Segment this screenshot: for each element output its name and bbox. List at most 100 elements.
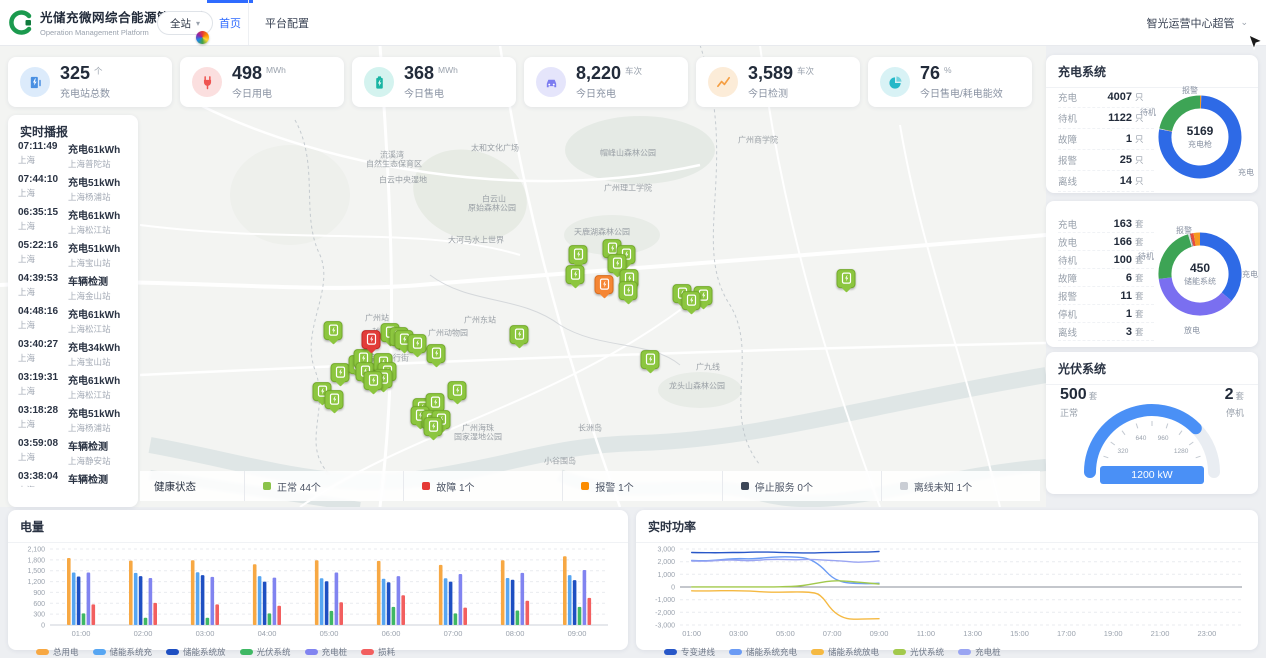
svg-text:1,200: 1,200 xyxy=(27,579,45,586)
stat-unit: 套 xyxy=(1135,236,1144,248)
svg-text:-3,000: -3,000 xyxy=(655,623,675,630)
storage-donut-chart: 450储能系统 xyxy=(1148,222,1252,326)
legend-item[interactable]: 损耗 xyxy=(361,646,395,658)
map-place-label: 长洲岛 xyxy=(578,423,602,434)
stat-label: 故障 xyxy=(1058,271,1092,285)
map-marker-normal[interactable] xyxy=(619,281,638,300)
map-marker-normal[interactable] xyxy=(510,325,529,344)
legend-item[interactable]: 储能系统充电 xyxy=(729,646,797,658)
legend-item[interactable]: 充电桩 xyxy=(305,646,348,658)
stat-unit: 套 xyxy=(1135,308,1144,320)
legend-label: 储能系统充电 xyxy=(746,646,797,658)
map-marker-normal[interactable] xyxy=(427,344,446,363)
map-marker-normal[interactable] xyxy=(424,417,443,436)
map-marker-normal[interactable] xyxy=(682,291,701,310)
broadcast-item: 04:48:16上海充电61kWh上海松江站 xyxy=(8,300,138,333)
map-place-label: 原始森林公园 xyxy=(468,203,516,214)
donut-callout-label: 充电 xyxy=(1238,167,1254,178)
legend-item[interactable]: 储能系统充 xyxy=(93,646,153,658)
dashboard-root: { "header": { "title": "光储充微网综合能源管理平台", … xyxy=(0,0,1266,656)
broadcast-station: 上海宝山站 xyxy=(68,257,128,269)
broadcast-item: 06:35:15上海充电61kWh上海松江站 xyxy=(8,201,138,234)
svg-text:19:00: 19:00 xyxy=(1104,629,1123,638)
legend-item[interactable]: 储能系统放 xyxy=(166,646,226,658)
map-marker-normal[interactable] xyxy=(364,371,383,390)
kpi-unit: 车次 xyxy=(797,65,814,77)
svg-text:21:00: 21:00 xyxy=(1151,629,1170,638)
chevron-down-icon: ▾ xyxy=(196,19,200,28)
broadcast-list[interactable]: 07:11:49上海充电61kWh上海普陀站07:44:10上海充电51kWh上… xyxy=(8,135,138,487)
colorful-sphere-icon xyxy=(196,31,209,44)
map-marker-normal[interactable] xyxy=(331,363,350,382)
stat-value: 4007 xyxy=(1092,91,1132,103)
svg-text:02:00: 02:00 xyxy=(134,629,153,638)
tab-divider xyxy=(248,0,249,45)
health-status-item: 停止服务 0个 xyxy=(722,471,881,501)
map-marker-fault[interactable] xyxy=(362,330,381,349)
legend-label: 专变进线 xyxy=(681,646,715,658)
broadcast-station: 上海松江站 xyxy=(68,323,128,335)
status-dot xyxy=(263,482,271,490)
svg-text:01:00: 01:00 xyxy=(72,629,91,638)
map-marker-alarm[interactable] xyxy=(595,275,614,294)
svg-text:-1,000: -1,000 xyxy=(655,597,675,604)
donut-callout-label: 待机 xyxy=(1140,107,1156,118)
legend-item[interactable]: 充电桩 xyxy=(958,646,1001,658)
legend-swatch xyxy=(958,649,971,655)
stat-value: 1122 xyxy=(1092,112,1132,124)
stat-label: 充电 xyxy=(1058,90,1092,104)
map-basemap xyxy=(0,45,1046,507)
map-place-label: 广九线 xyxy=(696,362,720,373)
stat-unit: 套 xyxy=(1135,272,1144,284)
legend-item[interactable]: 专变进线 xyxy=(664,646,715,658)
map-marker-normal[interactable] xyxy=(641,350,660,369)
svg-text:2,000: 2,000 xyxy=(657,559,675,566)
power-plug-icon xyxy=(192,67,222,97)
svg-text:15:00: 15:00 xyxy=(1010,629,1029,638)
kpi-label: 今日售电/耗电能效 xyxy=(920,85,1003,100)
svg-text:03:00: 03:00 xyxy=(729,629,748,638)
stat-label: 故障 xyxy=(1058,132,1092,146)
power-line-chart: -3,000-2,000-1,00001,0002,0003,00001:000… xyxy=(636,543,1258,644)
system-stat-row: 报警25只 xyxy=(1058,150,1154,171)
legend-item[interactable]: 总用电 xyxy=(36,646,79,658)
broadcast-city: 上海 xyxy=(18,418,68,430)
map-marker-normal[interactable] xyxy=(566,265,585,284)
map[interactable]: 太和文化广场帽峰山森林公园广州商学院白云中央湿地流溪湾自然生态保育区白云山原始森… xyxy=(0,45,1046,507)
user-menu-label: 智光运营中心超管 xyxy=(1146,15,1234,31)
system-stat-row: 充电163套 xyxy=(1058,215,1154,233)
legend-item[interactable]: 光伏系统 xyxy=(240,646,291,658)
broadcast-time: 03:19:31 xyxy=(18,372,68,383)
system-stat-row: 故障6套 xyxy=(1058,269,1154,287)
tab-config[interactable]: 平台配置 xyxy=(253,0,321,45)
legend-item[interactable]: 光伏系统 xyxy=(893,646,944,658)
system-stat-row: 放电166套 xyxy=(1058,233,1154,251)
map-marker-normal[interactable] xyxy=(325,390,344,409)
broadcast-city: 上海 xyxy=(18,154,68,166)
user-menu[interactable]: 智光运营中心超管 ⌄ xyxy=(1146,0,1248,45)
map-marker-normal[interactable] xyxy=(837,269,856,288)
legend-swatch xyxy=(166,649,179,655)
donut-callout-label: 充电 xyxy=(1242,269,1258,280)
legend-item[interactable]: 储能系统放电 xyxy=(811,646,879,658)
map-marker-normal[interactable] xyxy=(324,321,343,340)
map-place-label: 广州动物园 xyxy=(428,328,468,339)
map-marker-normal[interactable] xyxy=(448,381,467,400)
svg-text:0: 0 xyxy=(671,585,675,592)
health-status-text: 停止服务 0个 xyxy=(755,479,813,494)
map-place-label: 龙头山森林公园 xyxy=(669,381,725,392)
pie-icon xyxy=(880,67,910,97)
kpi-unit: 个 xyxy=(94,65,103,77)
map-marker-normal[interactable] xyxy=(408,334,427,353)
map-place-label: 广州站 xyxy=(365,313,389,324)
stat-label: 充电 xyxy=(1058,217,1092,231)
broadcast-station: 上海静安站 xyxy=(68,455,128,467)
nav-tabs: 首页平台配置 xyxy=(207,0,321,45)
donut-callout-label: 待机 xyxy=(1138,251,1154,262)
legend-label: 储能系统放电 xyxy=(828,646,879,658)
system-stat-row: 停机1套 xyxy=(1058,305,1154,323)
tab-home[interactable]: 首页 xyxy=(207,0,253,45)
system-stat-row: 故障1只 xyxy=(1058,129,1154,150)
svg-text:09:00: 09:00 xyxy=(870,629,889,638)
map-marker-normal[interactable] xyxy=(569,245,588,264)
